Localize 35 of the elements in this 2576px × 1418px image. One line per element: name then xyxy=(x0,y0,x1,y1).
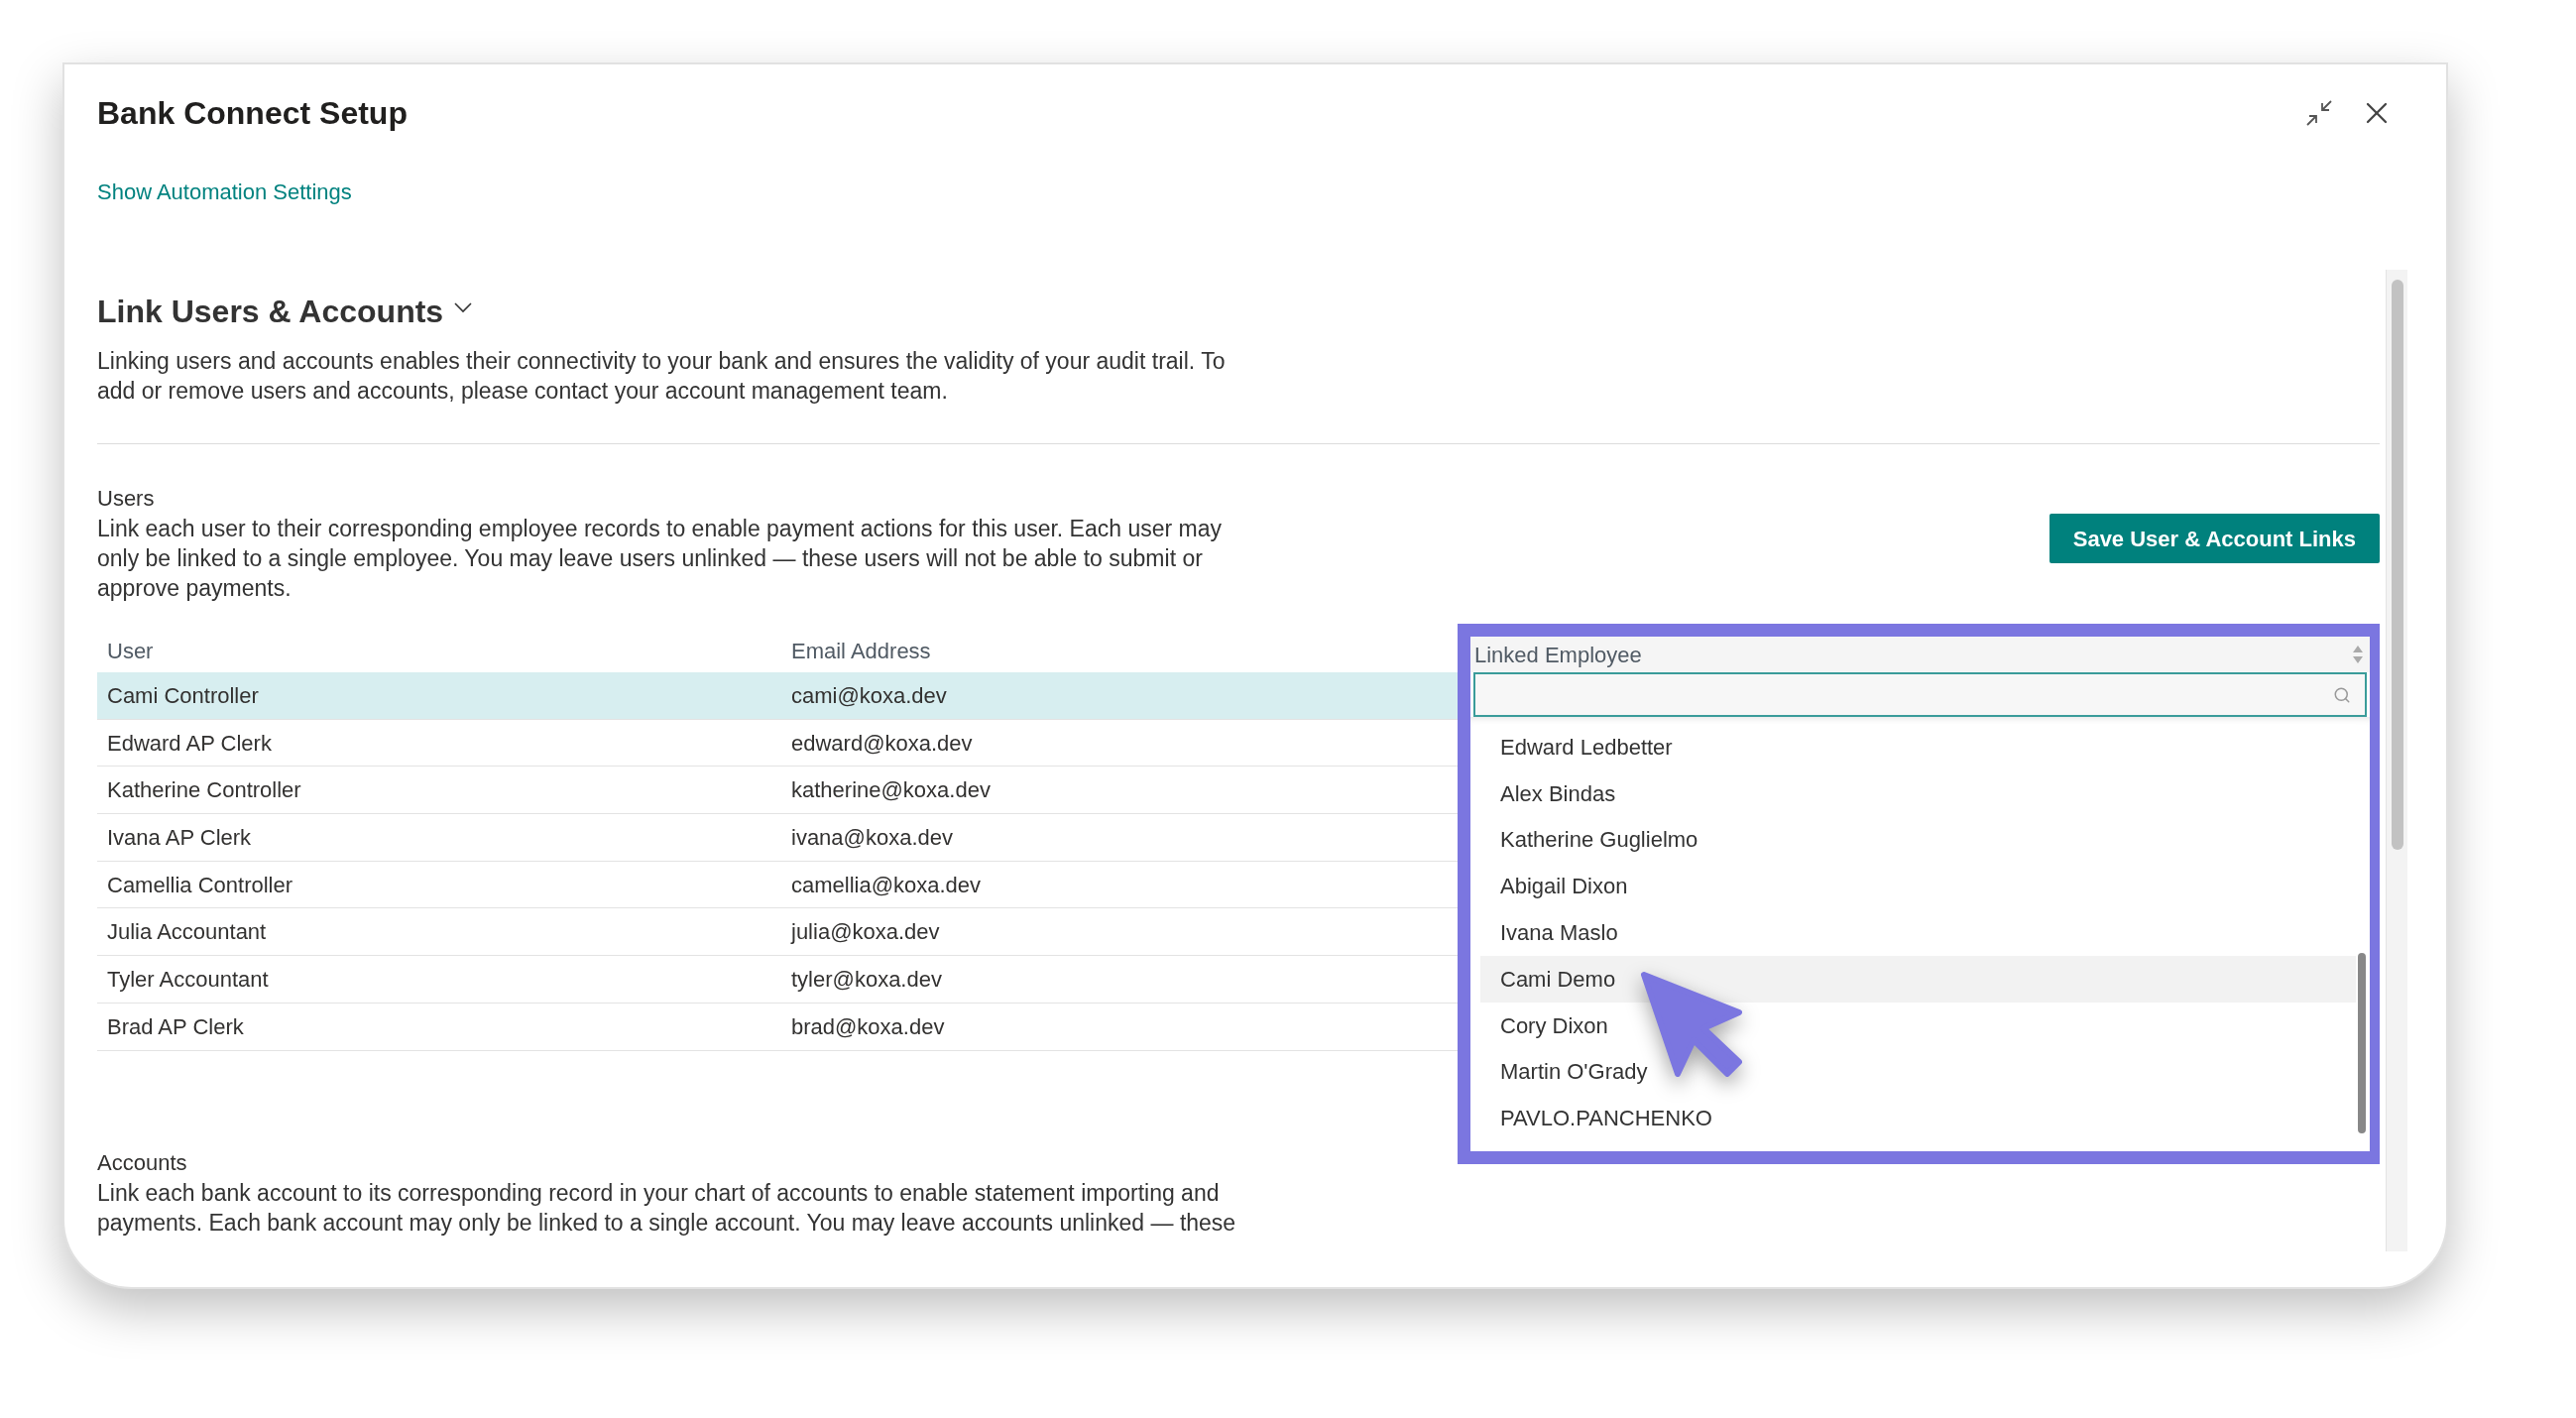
table-cell-text: Tyler Accountant xyxy=(106,965,270,994)
table-cell-text: Camellia Controller xyxy=(106,871,294,899)
table-cell-text: cami@koxa.dev xyxy=(790,681,948,710)
users-label: Users xyxy=(97,485,156,513)
section-description: Linking users and accounts enables their connectivity to your bank and ensures the validity of your audit trail. To add or remove users and accounts, please contact your account management team. xyxy=(97,347,1227,406)
table-cell-text: Katherine Controller xyxy=(106,776,302,805)
section-title: Link Users & Accounts xyxy=(97,294,444,329)
table-cell-text: camellia@koxa.dev xyxy=(790,871,983,899)
save-links-button[interactable]: Save User & Account Links xyxy=(2049,514,2380,563)
table-cell-text: tyler@koxa.dev xyxy=(790,965,943,994)
accounts-label: Accounts xyxy=(97,1148,188,1177)
table-cell-text: Cami Controller xyxy=(106,681,260,710)
scrollbar-thumb[interactable] xyxy=(2358,953,2366,1133)
sort-icon[interactable] xyxy=(2352,645,2364,664)
table-cell-text: edward@koxa.dev xyxy=(790,729,974,758)
column-header: User xyxy=(106,638,155,665)
table-cell-text: Edward AP Clerk xyxy=(106,729,273,758)
column-header: Email Address xyxy=(790,638,932,665)
table-cell-text: ivana@koxa.dev xyxy=(790,823,954,852)
search-field[interactable] xyxy=(1473,672,2367,717)
window-title: Bank Connect Setup xyxy=(97,94,408,132)
automation-settings-link[interactable]: Show Automation Settings xyxy=(97,179,352,204)
collapse-icon[interactable] xyxy=(2305,99,2333,127)
table-cell-text: brad@koxa.dev xyxy=(790,1012,946,1041)
column-header: Linked Employee xyxy=(1474,641,1642,669)
table-cell-text: julia@koxa.dev xyxy=(789,918,941,947)
table-cell-text: Julia Accountant xyxy=(106,918,268,947)
scrollbar-thumb[interactable] xyxy=(2392,280,2403,850)
dropdown-option[interactable]: Cami Demo xyxy=(1480,956,2356,1003)
users-description: Link each user to their corresponding employee records to enable payment actions for this user. Each user may only be linked to a single employee. You may leave users unlinked — these users will not be able to submit or approve payments. xyxy=(97,515,1223,603)
search-icon xyxy=(2333,685,2351,704)
table-cell-text: Brad AP Clerk xyxy=(106,1012,245,1041)
table-cell-text: katherine@koxa.dev xyxy=(790,776,992,805)
table-cell-text: Ivana AP Clerk xyxy=(106,823,253,852)
accounts-description: Link each bank account to its corresponding record in your chart of accounts to enable statement importing and payments. Each bank account may only be linked to a single account. You may leave accounts unlinked — these xyxy=(97,1178,1237,1238)
